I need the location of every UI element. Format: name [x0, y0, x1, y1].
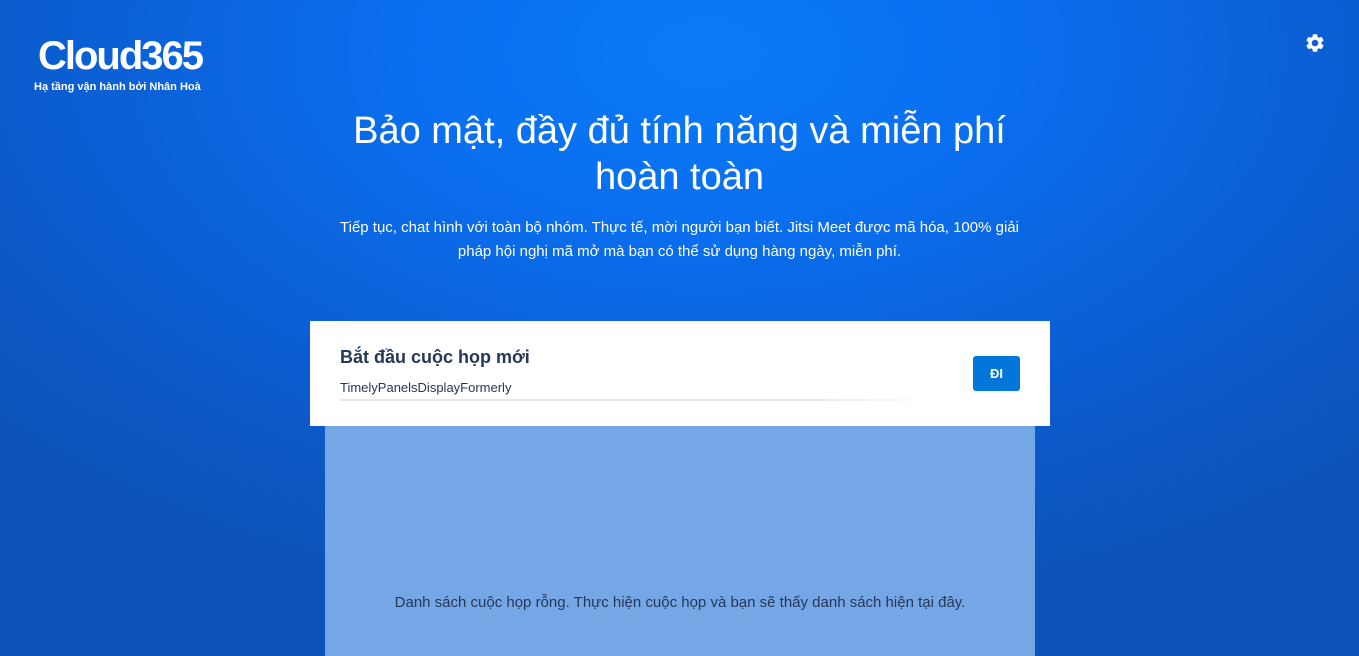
hero-section: Bảo mật, đầy đủ tính năng và miễn phí ho… — [0, 108, 1359, 264]
brand-name: Cloud365 — [38, 34, 204, 78]
brand-tagline: Hạ tầng vận hành bởi Nhân Hoà — [34, 81, 201, 93]
meetings-empty-message: Danh sách cuộc họp rỗng. Thực hiện cuộc … — [394, 594, 966, 611]
start-meeting-card: Bắt đầu cuộc họp mới ĐI — [310, 321, 1050, 426]
gear-icon — [1306, 34, 1324, 52]
meetings-list-panel: Danh sách cuộc họp rỗng. Thực hiện cuộc … — [325, 426, 1035, 656]
go-button[interactable]: ĐI — [973, 356, 1020, 391]
hero-title: Bảo mật, đầy đủ tính năng và miễn phí ho… — [353, 110, 1006, 198]
settings-button[interactable] — [1304, 32, 1326, 54]
brand-logo[interactable]: Cloud365 Hạ tầng vận hành bởi Nhân Hoà — [34, 34, 204, 93]
room-name-input[interactable] — [340, 376, 930, 398]
hero-description: Tiếp tục, chat hình với toàn bộ nhóm. Th… — [340, 219, 1019, 260]
room-input-underline — [340, 399, 930, 401]
start-meeting-title: Bắt đầu cuộc họp mới — [340, 347, 530, 367]
